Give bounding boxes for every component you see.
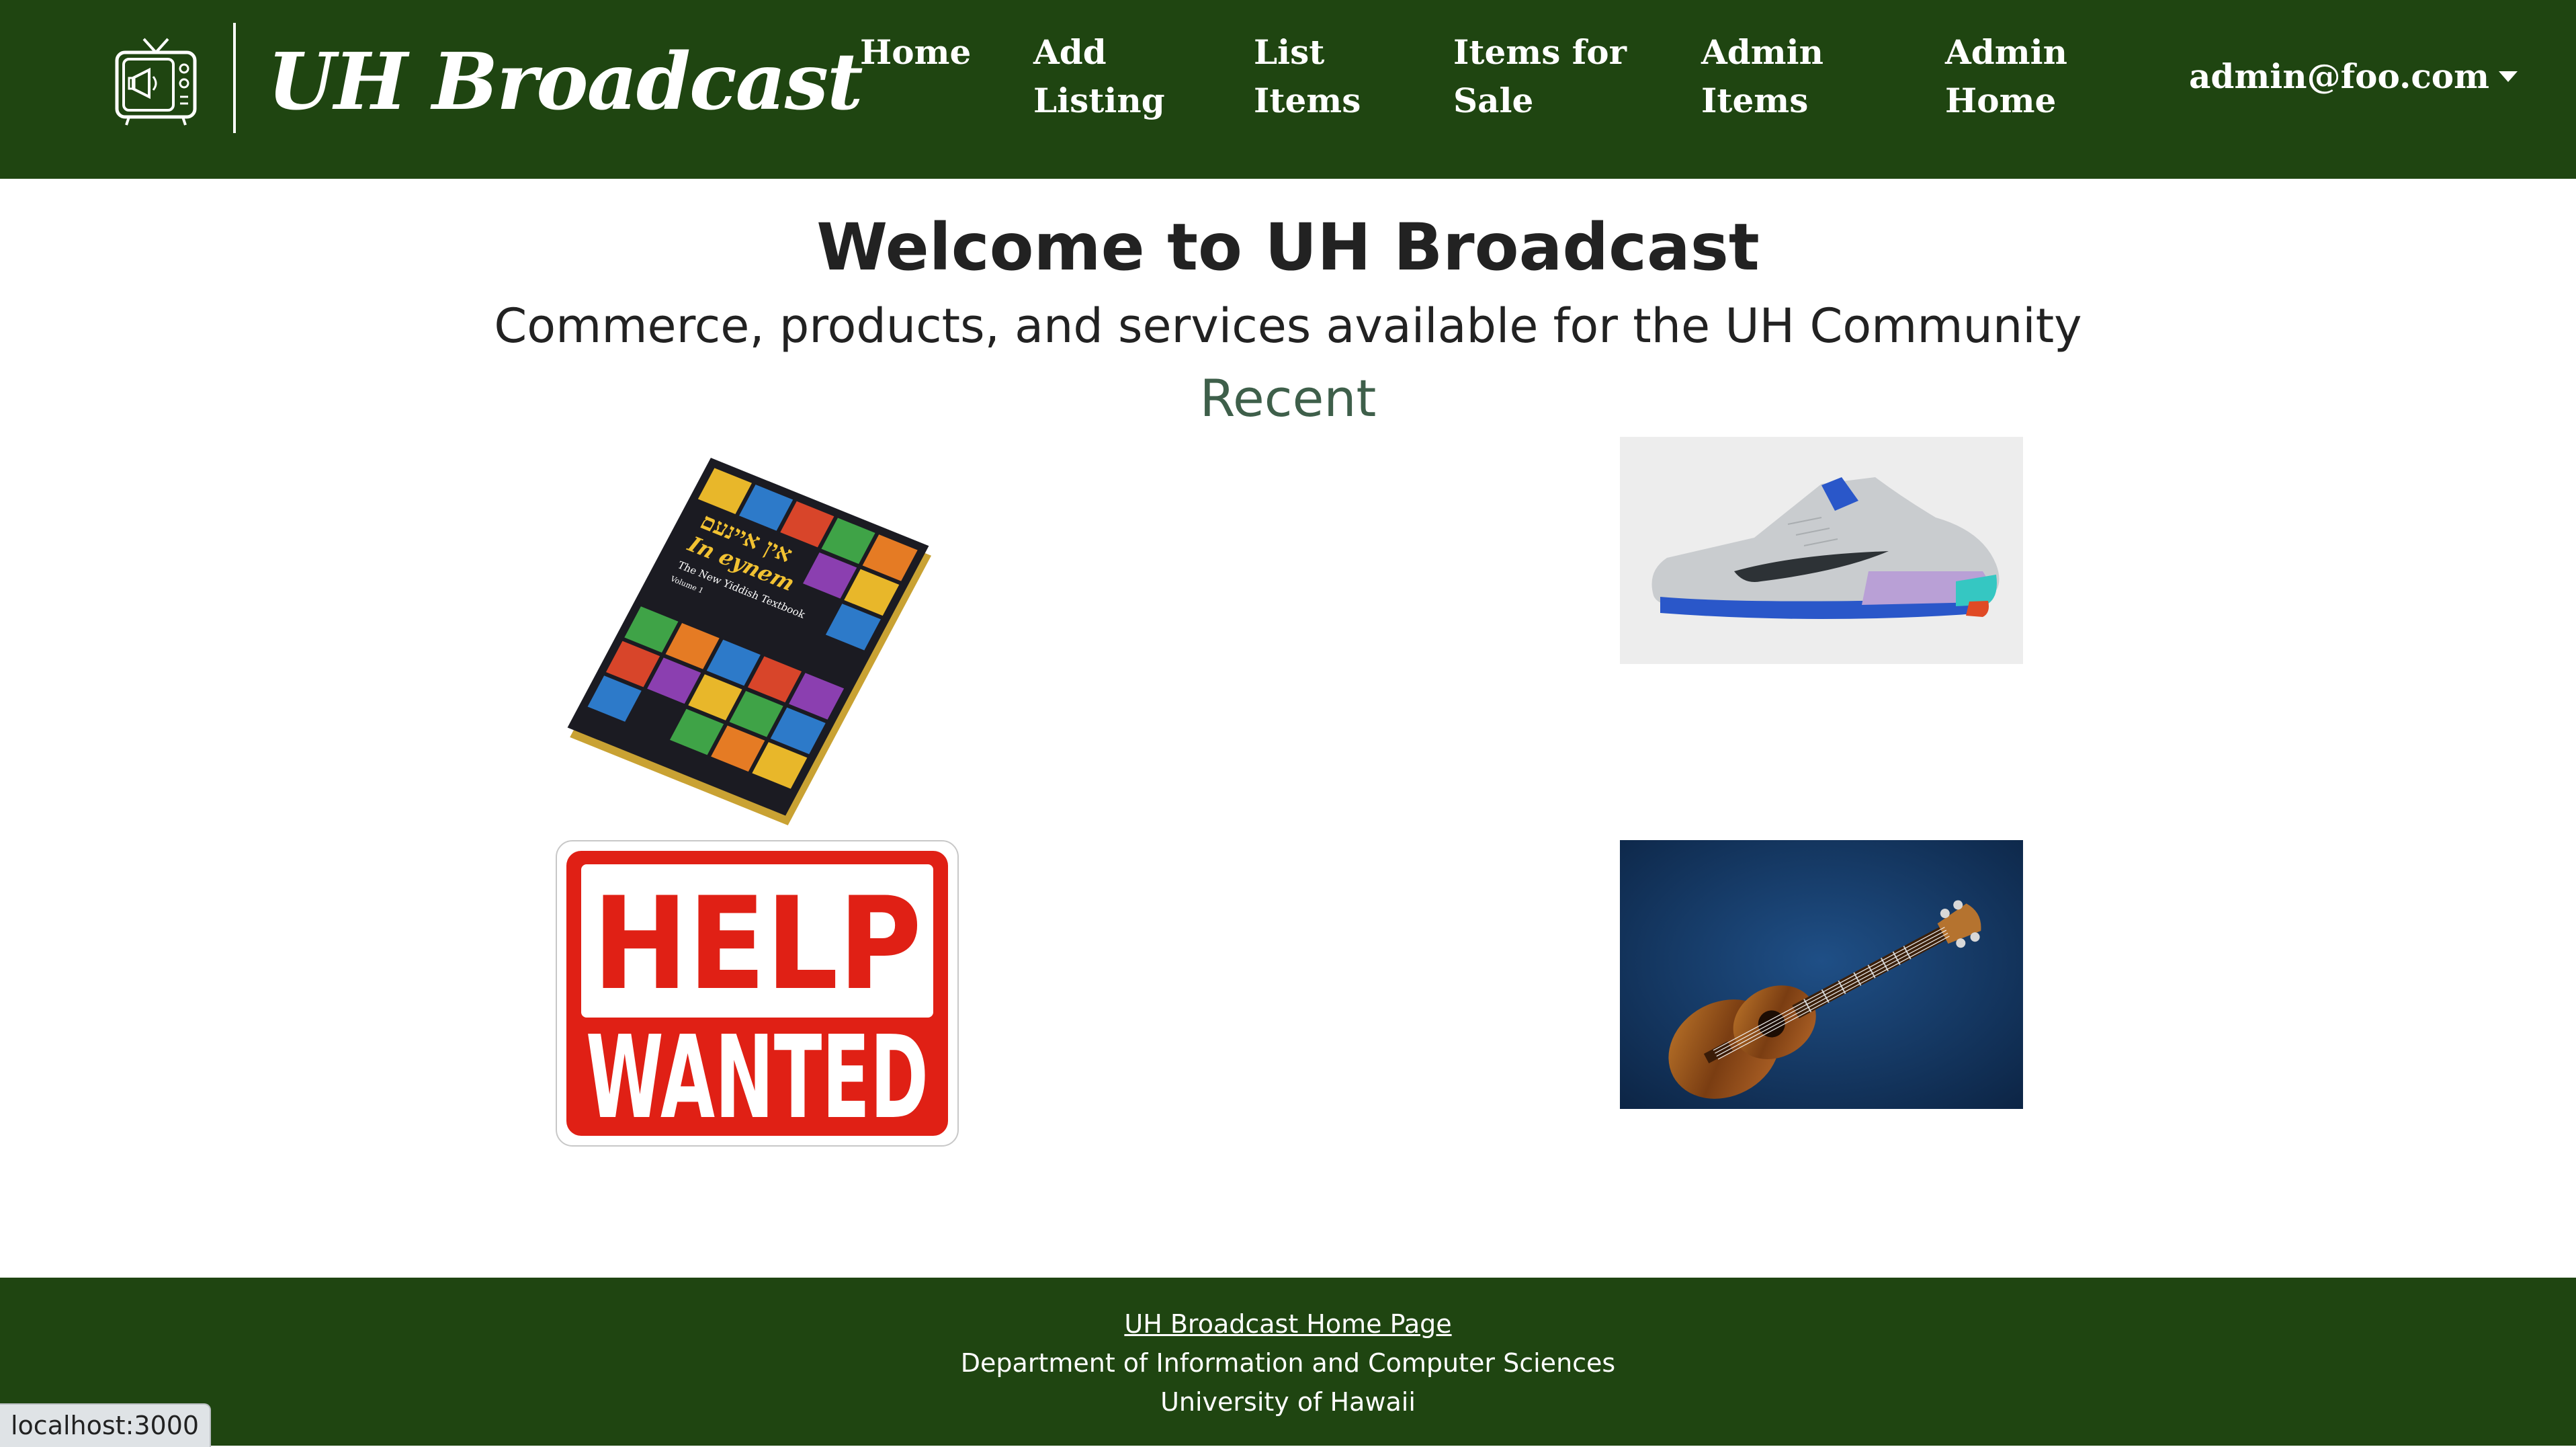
footer-home-link[interactable]: UH Broadcast Home Page: [0, 1305, 2576, 1343]
caret-down-icon: [2499, 71, 2518, 82]
recent-heading: Recent: [1199, 368, 1377, 428]
logo-divider: [233, 23, 236, 133]
sneaker-image[interactable]: [1620, 437, 2023, 664]
footer-university: University of Hawaii: [1160, 1387, 1416, 1417]
navbar: UH Broadcast Home Add Listing List Items…: [0, 0, 2576, 179]
nav-home[interactable]: Home: [860, 28, 994, 77]
sign-line-2: WANTED: [586, 1011, 929, 1145]
brand-title[interactable]: UH Broadcast: [267, 35, 863, 129]
nav-admin-items[interactable]: Admin Items: [1701, 28, 1876, 125]
nav-items-for-sale[interactable]: Items for Sale: [1453, 28, 1655, 125]
footer-department: Department of Information and Computer S…: [960, 1348, 1616, 1378]
nav-list-items[interactable]: List Items: [1254, 28, 1395, 125]
user-dropdown[interactable]: admin@foo.com: [2189, 52, 2518, 101]
user-email: admin@foo.com: [2189, 56, 2490, 96]
nav-admin-home[interactable]: Admin Home: [1945, 28, 2120, 125]
ukulele-image[interactable]: [1620, 840, 2023, 1109]
footer: UH Broadcast Home Page Department of Inf…: [0, 1278, 2576, 1446]
nav-add-listing[interactable]: Add Listing: [1033, 28, 1181, 125]
status-bar-url: localhost:3000: [0, 1403, 212, 1447]
page-title: Welcome to UH Broadcast: [816, 210, 1760, 285]
book-cover-image[interactable]: אין איינעם In eynem The New Yiddish Text…: [551, 437, 954, 840]
page-subtitle: Commerce, products, and services availab…: [494, 298, 2082, 354]
help-wanted-sign-image[interactable]: HELP WANTED: [556, 840, 959, 1147]
sign-line-1: HELP: [593, 870, 922, 1018]
tv-megaphone-icon[interactable]: [114, 35, 198, 128]
